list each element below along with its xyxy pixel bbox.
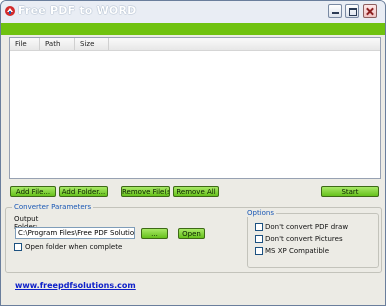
app-icon bbox=[5, 6, 15, 16]
browse-folder-button[interactable]: ... bbox=[141, 228, 168, 239]
output-folder-label-line1: Output bbox=[14, 215, 39, 223]
column-header-size[interactable]: Size bbox=[75, 38, 109, 50]
remove-files-button[interactable]: Remove File(s) bbox=[121, 186, 170, 197]
close-button[interactable] bbox=[363, 4, 377, 18]
column-header-file[interactable]: File bbox=[10, 38, 40, 50]
open-when-complete-checkbox[interactable] bbox=[14, 243, 22, 251]
options-title: Options bbox=[245, 209, 277, 217]
ms-xp-compatible-label: MS XP Compatible bbox=[265, 247, 330, 255]
converter-parameters-title: Converter Parameters bbox=[12, 203, 94, 211]
file-list[interactable]: File Path Size bbox=[9, 37, 381, 179]
file-list-header: File Path Size bbox=[10, 38, 380, 51]
open-folder-button[interactable]: Open bbox=[178, 228, 205, 239]
remove-all-button[interactable]: Remove All bbox=[173, 186, 219, 197]
app-window: Free PDF to WORD File Path Size Add File… bbox=[0, 0, 386, 306]
dont-convert-draw-checkbox[interactable] bbox=[255, 223, 263, 231]
title-bar[interactable]: Free PDF to WORD bbox=[1, 1, 385, 24]
maximize-button[interactable] bbox=[345, 4, 359, 18]
menu-bar bbox=[1, 23, 385, 35]
column-header-path[interactable]: Path bbox=[40, 38, 75, 50]
window-title: Free PDF to WORD bbox=[18, 4, 137, 17]
ms-xp-compatible-checkbox[interactable] bbox=[255, 247, 263, 255]
open-when-complete-label: Open folder when complete bbox=[25, 243, 123, 251]
dont-convert-pictures-checkbox[interactable] bbox=[255, 235, 263, 243]
dont-convert-draw-label: Don't convert PDF draw bbox=[265, 223, 349, 231]
website-link[interactable]: www.freepdfsolutions.com bbox=[15, 281, 136, 290]
dont-convert-pictures-label: Don't convert Pictures bbox=[265, 235, 343, 243]
add-folder-button[interactable]: Add Folder... bbox=[59, 186, 108, 197]
start-button[interactable]: Start bbox=[321, 186, 379, 197]
minimize-button[interactable] bbox=[328, 4, 342, 18]
output-folder-input[interactable]: C:\Program Files\Free PDF Solutions bbox=[15, 227, 135, 239]
add-file-button[interactable]: Add File... bbox=[10, 186, 56, 197]
